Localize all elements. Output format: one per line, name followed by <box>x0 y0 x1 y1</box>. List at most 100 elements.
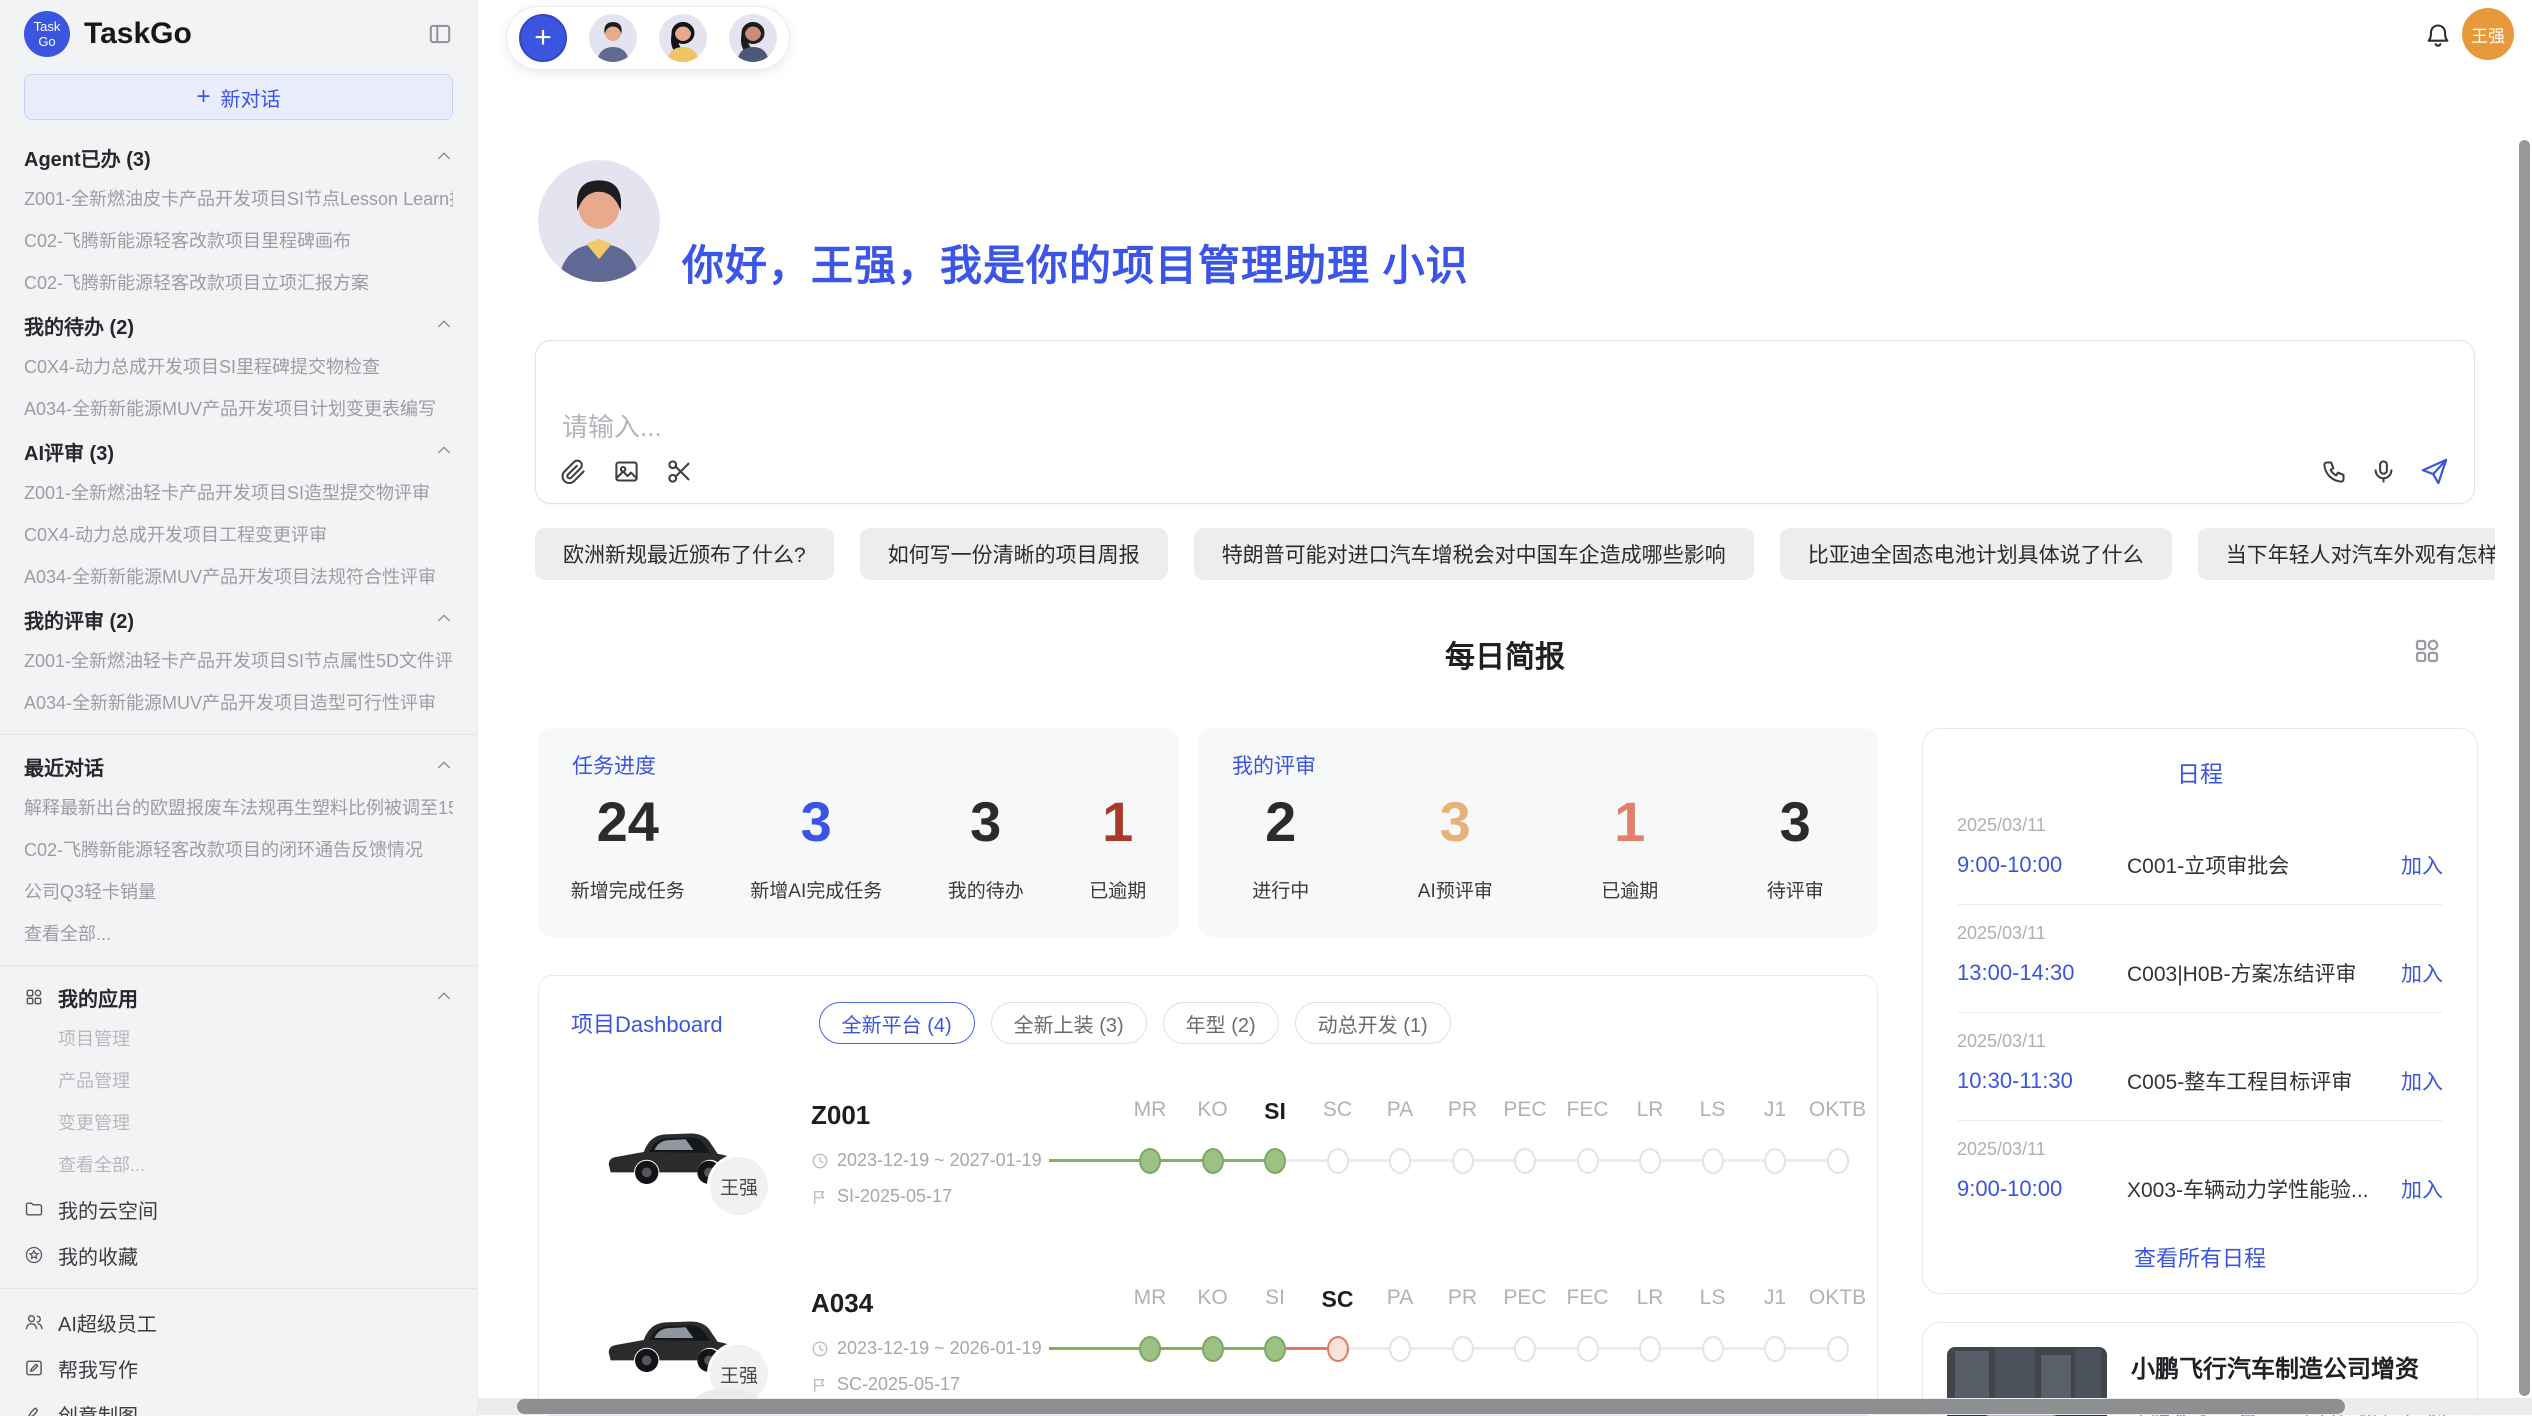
divider <box>0 1288 477 1289</box>
dashboard-filter-chip[interactable]: 年型 (2) <box>1163 1002 1279 1044</box>
chevron-up-icon[interactable] <box>435 442 453 460</box>
milestone-label: SC <box>1322 1286 1354 1313</box>
notification-bell-icon[interactable] <box>2424 22 2452 55</box>
milestone-node[interactable] <box>1639 1148 1661 1174</box>
milestone-node[interactable] <box>1452 1148 1474 1174</box>
agent-avatar-1[interactable] <box>589 14 637 62</box>
sidebar-item[interactable]: A034-全新新能源MUV产品开发项目计划变更表编写 <box>24 388 453 430</box>
sidebar-item[interactable]: Z001-全新燃油轻卡产品开发项目SI造型提交物评审 <box>24 472 453 514</box>
milestone-node[interactable] <box>1639 1336 1661 1362</box>
milestone-node[interactable] <box>1764 1148 1786 1174</box>
my-apps-title[interactable]: 我的应用 <box>24 976 453 1018</box>
my-apps-item[interactable]: 变更管理 <box>24 1102 453 1144</box>
milestone-node[interactable] <box>1389 1336 1411 1362</box>
recent-conversations-title[interactable]: 最近对话 <box>24 745 453 787</box>
sidebar-item[interactable]: A034-全新新能源MUV产品开发项目造型可行性评审 <box>24 682 453 724</box>
microphone-icon[interactable] <box>2370 458 2397 485</box>
recent-conversation-item[interactable]: C02-飞腾新能源轻客改款项目的闭环通告反馈情况 <box>24 829 453 871</box>
view-all-schedule-link[interactable]: 查看所有日程 <box>1923 1241 2477 1273</box>
agent-avatar-3[interactable] <box>729 14 777 62</box>
stat-value: 3 <box>948 786 1024 858</box>
sidebar-write-row[interactable]: 帮我写作 <box>24 1345 453 1391</box>
sidebar-section-title[interactable]: 我的待办 (2) <box>24 304 453 346</box>
sidebar-star-badge-row[interactable]: 我的收藏 <box>24 1232 453 1278</box>
sidebar-header: Task Go TaskGo <box>24 0 453 68</box>
milestone-node[interactable] <box>1202 1148 1224 1174</box>
dashboard-filter-chip[interactable]: 全新平台 (4) <box>819 1002 975 1044</box>
sidebar-cloud-folder-row[interactable]: 我的云空间 <box>24 1186 453 1232</box>
milestone-label: LR <box>1637 1098 1664 1122</box>
milestone-node[interactable] <box>1139 1148 1161 1174</box>
join-link[interactable]: 加入 <box>2401 1066 2443 1096</box>
briefing-layout-icon[interactable] <box>2412 636 2442 671</box>
milestone-node[interactable] <box>1327 1148 1349 1174</box>
dashboard-filter-chip[interactable]: 动总开发 (1) <box>1295 1002 1451 1044</box>
vertical-scrollbar[interactable] <box>2519 140 2530 1396</box>
milestone-node[interactable] <box>1702 1148 1724 1174</box>
milestone-node[interactable] <box>1702 1336 1724 1362</box>
horizontal-scrollbar[interactable] <box>517 1399 2345 1414</box>
milestone-node[interactable] <box>1514 1336 1536 1362</box>
attachment-icon[interactable] <box>560 458 587 485</box>
milestone-node[interactable] <box>1577 1148 1599 1174</box>
dashboard-filter-chip[interactable]: 全新上装 (3) <box>991 1002 1147 1044</box>
voice-call-icon[interactable] <box>2321 458 2348 485</box>
sidebar-pen-row[interactable]: 创意制图 <box>24 1391 453 1416</box>
add-agent-button[interactable]: + <box>519 14 567 62</box>
sidebar-item[interactable]: C02-飞腾新能源轻客改款项目里程碑画布 <box>24 220 453 262</box>
milestone-node[interactable] <box>1389 1148 1411 1174</box>
join-link[interactable]: 加入 <box>2401 850 2443 880</box>
suggestion-chip[interactable]: 欧洲新规最近颁布了什么? <box>535 528 834 580</box>
recent-conversation-item[interactable]: 解释最新出台的欧盟报废车法规再生塑料比例被调至15%... <box>24 787 453 829</box>
milestone-node[interactable] <box>1327 1336 1349 1362</box>
suggestion-chip[interactable]: 如何写一份清晰的项目周报 <box>860 528 1168 580</box>
chevron-up-icon[interactable] <box>435 988 453 1006</box>
chevron-up-icon[interactable] <box>435 148 453 166</box>
chevron-up-icon[interactable] <box>435 316 453 334</box>
milestone-node[interactable] <box>1264 1336 1286 1362</box>
milestone-node[interactable] <box>1827 1148 1849 1174</box>
chevron-up-icon[interactable] <box>435 610 453 628</box>
milestone-node[interactable] <box>1827 1336 1849 1362</box>
sidebar-section-title[interactable]: Agent已办 (3) <box>24 136 453 178</box>
sidebar-section-title[interactable]: AI评审 (3) <box>24 430 453 472</box>
new-chat-button[interactable]: + 新对话 <box>24 74 453 120</box>
milestone-node[interactable] <box>1264 1148 1286 1174</box>
sidebar-item[interactable]: Z001-全新燃油皮卡产品开发项目SI节点Lesson Learn报告 <box>24 178 453 220</box>
suggestion-chip[interactable]: 当下年轻人对汽车外观有怎样的喜好趋势 <box>2198 528 2495 580</box>
suggestion-chip[interactable]: 比亚迪全固态电池计划具体说了什么 <box>1780 528 2172 580</box>
milestone-connector <box>1049 1159 1150 1162</box>
image-icon[interactable] <box>613 458 640 485</box>
screenshot-scissors-icon[interactable] <box>666 458 693 485</box>
chevron-up-icon[interactable] <box>435 757 453 775</box>
sidebar-section-title[interactable]: 我的评审 (2) <box>24 598 453 640</box>
agent-avatar-2[interactable] <box>659 14 707 62</box>
milestone-node[interactable] <box>1764 1336 1786 1362</box>
milestone-node[interactable] <box>1452 1336 1474 1362</box>
milestone-label: PA <box>1387 1098 1413 1122</box>
user-avatar[interactable]: 王强 <box>2462 8 2514 60</box>
my-apps-item[interactable]: 项目管理 <box>24 1018 453 1060</box>
sidebar-item[interactable]: A034-全新新能源MUV产品开发项目法规符合性评审 <box>24 556 453 598</box>
join-link[interactable]: 加入 <box>2401 1174 2443 1204</box>
milestone-node[interactable] <box>1139 1336 1161 1362</box>
project-row[interactable]: 王强Z0012023-12-19 ~ 2027-01-19SI-2025-05-… <box>539 1074 1877 1232</box>
chat-input[interactable]: 请输入... <box>535 340 2475 504</box>
send-icon[interactable] <box>2419 456 2450 487</box>
sidebar-item[interactable]: C0X4-动力总成开发项目SI里程碑提交物检查 <box>24 346 453 388</box>
sidebar-item[interactable]: C02-飞腾新能源轻客改款项目立项汇报方案 <box>24 262 453 304</box>
my-apps-item[interactable]: 查看全部... <box>24 1144 453 1186</box>
sidebar-item[interactable]: Z001-全新燃油轻卡产品开发项目SI节点属性5D文件评审 <box>24 640 453 682</box>
sidebar-collapse-icon[interactable] <box>427 21 453 47</box>
milestone-node[interactable] <box>1202 1336 1224 1362</box>
my-apps-item[interactable]: 产品管理 <box>24 1060 453 1102</box>
sidebar-item[interactable]: C0X4-动力总成开发项目工程变更评审 <box>24 514 453 556</box>
milestone-node[interactable] <box>1577 1336 1599 1362</box>
section-title-label: 最近对话 <box>24 752 104 781</box>
recent-conversation-item[interactable]: 公司Q3轻卡销量 <box>24 871 453 913</box>
sidebar-users-row[interactable]: AI超级员工 <box>24 1299 453 1345</box>
suggestion-chip[interactable]: 特朗普可能对进口汽车增税会对中国车企造成哪些影响 <box>1194 528 1754 580</box>
join-link[interactable]: 加入 <box>2401 958 2443 988</box>
recent-conversation-item[interactable]: 查看全部... <box>24 913 453 955</box>
milestone-node[interactable] <box>1514 1148 1536 1174</box>
